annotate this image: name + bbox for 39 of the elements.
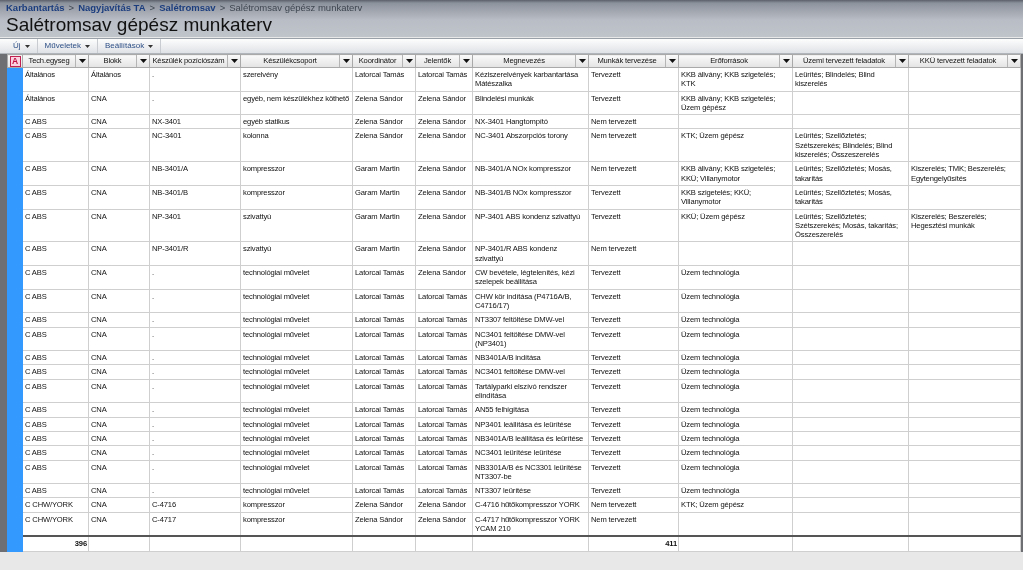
column-filter-button[interactable] xyxy=(402,55,415,67)
caret-icon xyxy=(85,44,91,48)
caret-icon xyxy=(148,44,154,48)
breadcrumb-link[interactable]: Nagyjavítás TA xyxy=(78,1,146,14)
dropdown-arrow-icon xyxy=(230,59,238,63)
dropdown-arrow-icon xyxy=(78,59,86,63)
dropdown-arrow-icon xyxy=(668,59,676,63)
toolbar-menu[interactable]: Műveletek xyxy=(37,39,99,53)
column-filter-button[interactable] xyxy=(136,55,149,67)
toolbar-menu[interactable]: Új xyxy=(6,39,38,53)
column-filter-button[interactable] xyxy=(75,55,88,67)
column-filter-button[interactable] xyxy=(227,55,240,67)
column-filter-button[interactable] xyxy=(895,55,908,67)
row-selector[interactable] xyxy=(7,67,23,92)
dropdown-arrow-icon xyxy=(405,59,413,63)
dropdown-arrow-icon xyxy=(782,59,790,63)
dropdown-arrow-icon xyxy=(342,59,350,63)
row-selector[interactable] xyxy=(7,536,23,552)
column-filter-button[interactable] xyxy=(665,55,678,67)
column-filter-button[interactable] xyxy=(779,55,792,67)
breadcrumb-separator: > xyxy=(68,1,75,14)
caret-icon xyxy=(24,44,30,48)
breadcrumb-current: Salétromsav gépész munkaterv xyxy=(229,1,363,14)
column-filter-button[interactable] xyxy=(339,55,352,67)
breadcrumb-link[interactable]: Salétromsav xyxy=(159,1,216,14)
dropdown-arrow-icon xyxy=(462,59,470,63)
dropdown-arrow-icon xyxy=(139,59,147,63)
breadcrumb-separator: > xyxy=(149,1,156,14)
column-filter-button[interactable] xyxy=(459,55,472,67)
breadcrumb-link[interactable]: Karbantartás xyxy=(6,1,65,14)
dropdown-arrow-icon xyxy=(578,59,586,63)
page-title: Salétromsav gépész munkaterv xyxy=(6,14,274,35)
dropdown-arrow-icon xyxy=(898,59,906,63)
column-filter-button[interactable] xyxy=(575,55,588,67)
select-all-icon[interactable]: A xyxy=(9,55,21,67)
breadcrumb-separator: > xyxy=(219,1,226,14)
column-filter-button[interactable] xyxy=(1007,55,1020,67)
toolbar-menu[interactable]: Beállítások xyxy=(98,39,162,53)
dropdown-arrow-icon xyxy=(1010,59,1018,63)
